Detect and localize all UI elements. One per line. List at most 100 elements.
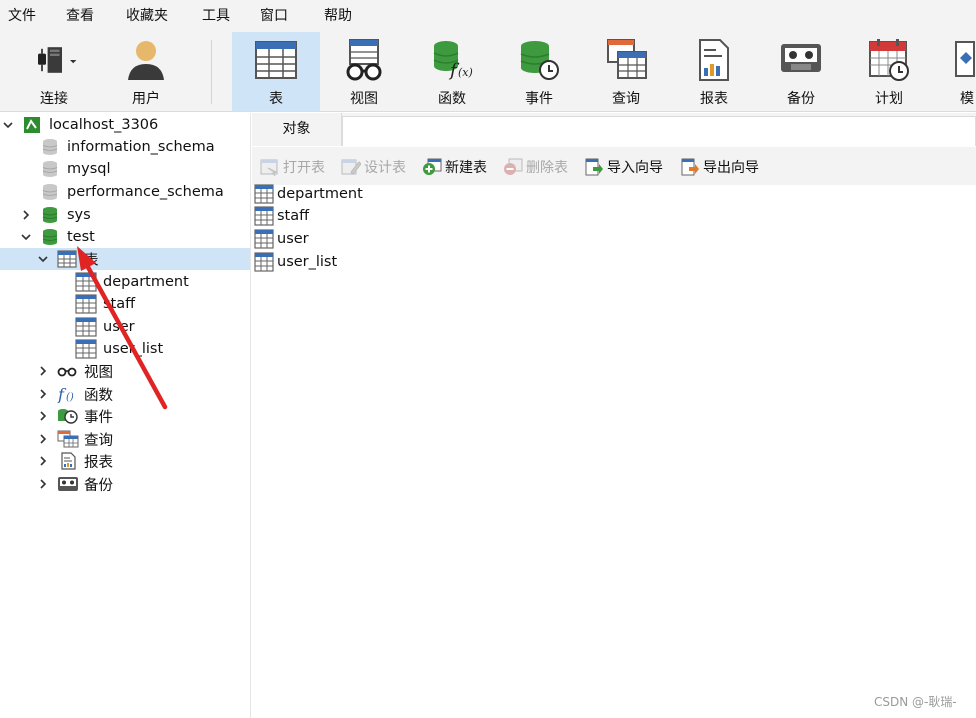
tree-tables-group[interactable]: 表 xyxy=(0,248,250,270)
tree-tables-group-label: 表 xyxy=(84,252,99,269)
model-button[interactable]: 模 xyxy=(942,32,976,111)
tree-db-label: information_schema xyxy=(67,139,215,155)
open-table-label: 打开表 xyxy=(283,160,325,176)
view-button[interactable]: 视图 xyxy=(330,32,398,111)
chevron-right-icon[interactable] xyxy=(37,455,49,467)
import-wizard-button[interactable]: 导入向导 xyxy=(584,156,663,178)
report-icon xyxy=(690,38,738,82)
export-wizard-button[interactable]: 导出向导 xyxy=(680,156,759,178)
database-icon xyxy=(41,206,59,224)
backup-button[interactable]: 备份 xyxy=(767,32,835,111)
function-label: 函数 xyxy=(438,91,466,107)
object-item-user[interactable]: user xyxy=(254,228,309,250)
tree-connection-label: localhost_3306 xyxy=(49,117,159,133)
event-clock-icon xyxy=(57,407,79,425)
chevron-right-icon[interactable] xyxy=(37,478,49,490)
report-button[interactable]: 报表 xyxy=(680,32,748,111)
chevron-right-icon[interactable] xyxy=(37,433,49,445)
menu-favorites[interactable]: 收藏夹 xyxy=(118,0,176,32)
tab-objects[interactable]: 对象 xyxy=(252,113,342,146)
query-button[interactable]: 查询 xyxy=(592,32,660,111)
chevron-right-icon[interactable] xyxy=(37,388,49,400)
tree-group-queries[interactable]: 查询 xyxy=(0,428,250,450)
event-clock-icon xyxy=(515,38,563,82)
new-table-button[interactable]: 新建表 xyxy=(422,156,487,178)
toolbar-separator xyxy=(211,40,212,104)
database-icon xyxy=(41,183,59,201)
menu-help[interactable]: 帮助 xyxy=(316,0,360,32)
tree-table-user-list[interactable]: user_list xyxy=(0,338,250,360)
menu-window[interactable]: 窗口 xyxy=(252,0,296,32)
menu-view[interactable]: 查看 xyxy=(58,0,102,32)
schedule-button[interactable]: 计划 xyxy=(855,32,923,111)
tree-table-user[interactable]: user xyxy=(0,316,250,338)
tree-group-events[interactable]: 事件 xyxy=(0,405,250,427)
database-icon xyxy=(41,138,59,156)
object-item-user-list[interactable]: user_list xyxy=(254,251,337,273)
tree-db-mysql[interactable]: mysql xyxy=(0,158,250,180)
open-table-button[interactable]: 打开表 xyxy=(260,156,325,178)
tree-group-functions[interactable]: f() 函数 xyxy=(0,383,250,405)
design-table-label: 设计表 xyxy=(364,160,406,176)
table-icon xyxy=(75,339,97,359)
chevron-right-icon[interactable] xyxy=(37,365,49,377)
chevron-right-icon[interactable] xyxy=(37,410,49,422)
chevron-down-icon[interactable] xyxy=(2,119,14,131)
user-button[interactable]: 用户 xyxy=(118,32,174,111)
open-table-icon xyxy=(260,157,280,177)
tree-db-label: performance_schema xyxy=(67,184,224,200)
design-table-button[interactable]: 设计表 xyxy=(341,156,406,178)
tree-group-label: 视图 xyxy=(84,364,113,381)
tree-table-staff[interactable]: staff xyxy=(0,293,250,315)
tree-db-performance-schema[interactable]: performance_schema xyxy=(0,181,250,203)
object-list: department staff user user_list xyxy=(252,183,976,718)
chevron-down-icon[interactable] xyxy=(37,253,49,265)
model-icon xyxy=(942,38,976,82)
table-icon xyxy=(254,184,274,204)
watermark: CSDN @-耿瑞- xyxy=(874,695,957,709)
add-table-icon xyxy=(422,157,442,177)
chevron-down-icon[interactable] xyxy=(20,231,32,243)
tab-blank-area xyxy=(342,116,976,146)
connect-button[interactable]: 连接 xyxy=(20,32,88,111)
view-label: 视图 xyxy=(350,91,378,107)
menu-tools[interactable]: 工具 xyxy=(194,0,238,32)
mysql-connection-icon xyxy=(23,116,41,134)
event-button[interactable]: 事件 xyxy=(505,32,573,111)
import-icon xyxy=(584,157,604,177)
chevron-right-icon[interactable] xyxy=(20,209,32,221)
tree-db-label: sys xyxy=(67,207,91,223)
plug-icon xyxy=(30,38,78,82)
object-item-department[interactable]: department xyxy=(254,183,363,205)
tree-group-backups[interactable]: 备份 xyxy=(0,473,250,495)
event-label: 事件 xyxy=(525,91,553,107)
tree-db-sys[interactable]: sys xyxy=(0,204,250,226)
function-button[interactable]: f (x) 函数 xyxy=(418,32,486,111)
delete-table-label: 删除表 xyxy=(526,160,568,176)
glasses-icon xyxy=(340,38,388,82)
tree-group-views[interactable]: 视图 xyxy=(0,360,250,382)
tree-group-reports[interactable]: 报表 xyxy=(0,450,250,472)
backup-icon xyxy=(777,38,825,82)
table-icon xyxy=(254,206,274,226)
export-icon xyxy=(680,157,700,177)
tree-db-test[interactable]: test xyxy=(0,226,250,248)
model-label: 模 xyxy=(960,91,974,107)
delete-table-button[interactable]: 删除表 xyxy=(503,156,568,178)
query-icon xyxy=(602,38,650,82)
table-icon xyxy=(252,38,300,82)
tree-connection[interactable]: localhost_3306 xyxy=(0,114,250,136)
import-wizard-label: 导入向导 xyxy=(607,160,663,176)
tree-table-label: user_list xyxy=(103,341,164,357)
object-item-staff[interactable]: staff xyxy=(254,205,309,227)
table-icon xyxy=(75,294,97,314)
object-item-label: user xyxy=(277,231,309,247)
tree-group-label: 查询 xyxy=(84,432,113,449)
table-button[interactable]: 表 xyxy=(232,32,320,111)
menu-file[interactable]: 文件 xyxy=(0,0,44,32)
tree-table-label: staff xyxy=(103,296,136,312)
query-label: 查询 xyxy=(612,91,640,107)
tree-db-information-schema[interactable]: information_schema xyxy=(0,136,250,158)
tree-table-department[interactable]: department xyxy=(0,271,250,293)
object-item-label: staff xyxy=(277,208,310,224)
